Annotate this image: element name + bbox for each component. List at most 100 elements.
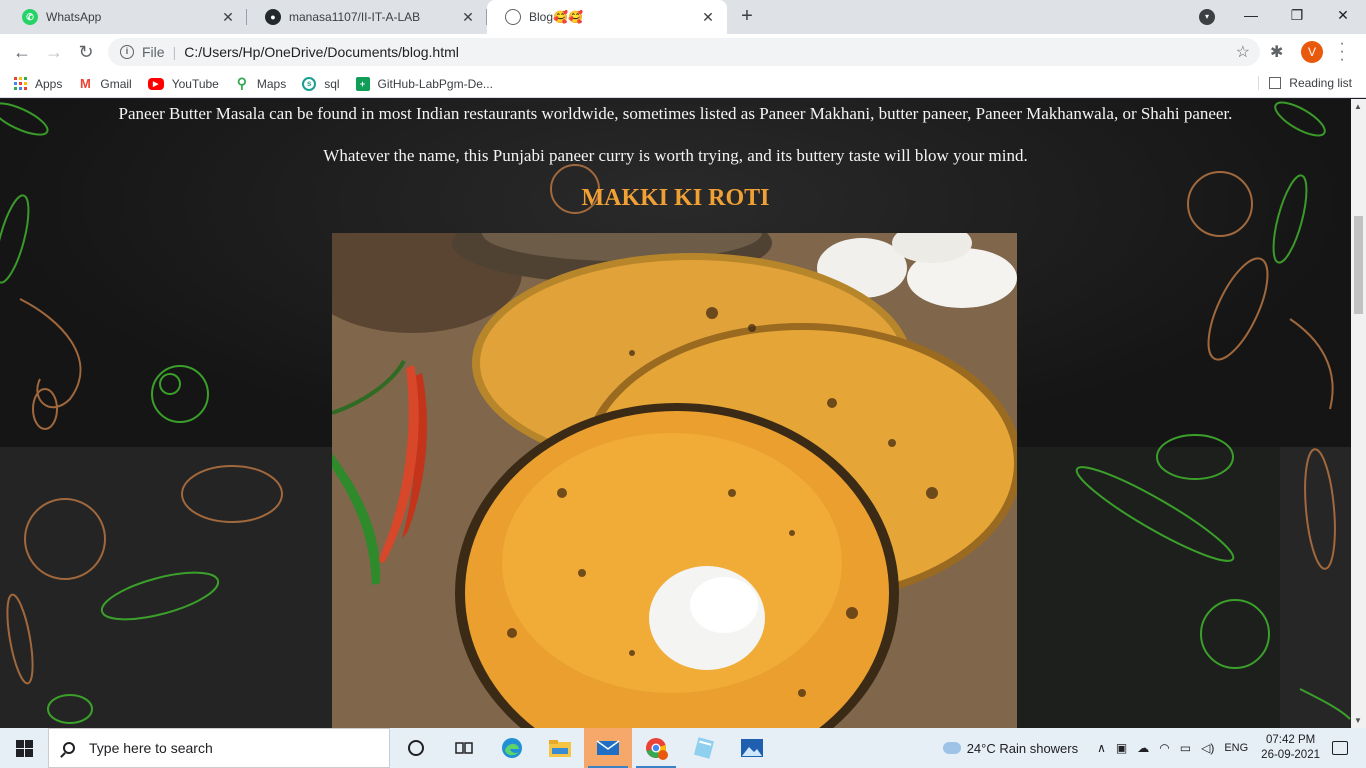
notification-center-icon[interactable] [1332,741,1348,755]
bookmark-maps[interactable]: ⚲ Maps [235,75,287,91]
tab-title: Blog🥰🥰 [529,10,583,24]
tab-title: manasa1107/II-IT-A-LAB [289,10,421,24]
window-controls: — ❐ ✕ [1228,0,1366,34]
forward-button[interactable]: → [38,36,70,68]
maps-icon: ⚲ [236,75,247,91]
reading-list-label: Reading list [1289,76,1352,90]
tab-blog[interactable]: Blog🥰🥰 ✕ [487,0,727,34]
bookmark-label: Maps [256,76,287,91]
extensions-puzzle-icon[interactable]: ✱ [1270,42,1283,62]
rain-cloud-icon [942,742,961,754]
tab-whatsapp[interactable]: ✆ WhatsApp ✕ [4,0,247,34]
paragraph-paneer-names: Paneer Butter Masala can be found in mos… [118,104,1233,123]
close-icon[interactable]: ✕ [459,8,477,26]
mail-icon [596,740,620,755]
task-view-icon [455,742,473,754]
wifi-icon[interactable]: ◠ [1159,741,1169,755]
bookmarks-bar: Apps M Gmail ▶ YouTube ⚲ Maps s sql + Gi… [0,70,1366,98]
search-icon [63,742,75,754]
globe-icon [505,9,521,25]
tab-title: WhatsApp [46,10,102,24]
meet-now-icon[interactable]: ▣ [1116,741,1127,755]
task-view-button[interactable] [440,728,488,768]
input-language[interactable]: ENG [1224,742,1248,754]
edge-icon [502,738,522,758]
reading-list-icon [1269,77,1282,89]
section-heading: MAKKI KI ROTI [581,185,770,211]
new-tab-button[interactable]: + [735,5,759,29]
taskbar-search-box[interactable]: Type here to search [48,728,390,768]
system-tray: 24°C Rain showers ∧ ▣ ☁ ◠ ▭ ◁) ENG 07:42… [942,728,1366,768]
taskbar-edge[interactable] [488,728,536,768]
bookmark-label: sql [324,76,340,91]
taskbar-photos[interactable] [728,728,776,768]
taskbar-mail[interactable] [584,728,632,768]
bookmark-apps[interactable]: Apps [14,77,62,91]
makki-ki-roti-image [332,233,1017,728]
url-text[interactable]: C:/Users/Hp/OneDrive/Documents/blog.html [184,44,459,60]
notepad-icon [693,737,715,759]
taskbar-notepad[interactable] [680,728,728,768]
youtube-icon: ▶ [147,77,164,90]
page-viewport[interactable]: Paneer Butter Masala can be found in mos… [0,99,1351,728]
restore-button[interactable]: ❐ [1274,0,1320,30]
apps-grid-icon [14,77,27,90]
scrollbar-thumb[interactable] [1354,216,1363,314]
bookmark-youtube[interactable]: ▶ YouTube [147,76,219,91]
close-window-button[interactable]: ✕ [1320,0,1366,30]
taskbar-file-explorer[interactable] [536,728,584,768]
folder-icon [549,740,571,757]
info-icon[interactable]: i [120,45,134,59]
sql-icon: s [302,76,317,91]
minimize-button[interactable]: — [1228,0,1274,30]
url-scheme: File [142,44,165,60]
start-button[interactable] [0,728,48,768]
address-bar[interactable]: i File | C:/Users/Hp/OneDrive/Documents/… [108,38,1260,66]
menu-kebab-icon[interactable]: · · · [1336,36,1348,68]
browser-toolbar: ← → ↻ i File | C:/Users/Hp/OneDrive/Docu… [0,34,1366,70]
back-button[interactable]: ← [6,36,38,68]
cortana-circle-icon [408,740,424,756]
profile-avatar[interactable]: V [1301,41,1323,63]
roti-photo-illustration-icon [332,233,1017,728]
weather-text: 24°C Rain showers [966,740,1079,756]
bookmark-label: Gmail [100,76,132,91]
windows-taskbar: Type here to search 24°C Rain showers ∧ … [0,728,1366,768]
taskbar-search-placeholder: Type here to search [89,740,213,756]
gmail-icon: M [79,76,91,91]
close-icon[interactable]: ✕ [219,8,237,26]
github-icon: ● [265,9,281,25]
scroll-down-arrow-icon[interactable]: ▼ [1354,716,1362,725]
bookmark-github-labpgm[interactable]: + GitHub-LabPgm-De... [355,76,493,91]
tab-strip: ✆ WhatsApp ✕ ● manasa1107/II-IT-A-LAB ✕ … [0,0,1366,34]
cortana-button[interactable] [392,728,440,768]
taskbar-chrome[interactable] [632,728,680,768]
github-labpgm-icon: + [355,76,370,91]
chevron-up-icon[interactable]: ∧ [1097,741,1106,755]
bookmark-gmail[interactable]: M Gmail [78,76,132,91]
bookmark-sql[interactable]: s sql [302,76,340,91]
page-scrollbar[interactable]: ▲ ▼ [1351,99,1366,728]
reading-list-button[interactable]: Reading list [1258,76,1352,90]
scroll-up-arrow-icon[interactable]: ▲ [1354,102,1362,111]
battery-icon[interactable]: ▭ [1180,741,1191,755]
url-separator: | [172,44,177,60]
close-icon[interactable]: ✕ [699,8,717,26]
tab-search-icon[interactable]: ▾ [1199,9,1215,25]
photos-icon [741,739,763,757]
onedrive-cloud-icon[interactable]: ☁ [1137,741,1149,755]
volume-icon[interactable]: ◁) [1201,741,1214,755]
tab-github[interactable]: ● manasa1107/II-IT-A-LAB ✕ [247,0,487,34]
paragraph-paneer-summary: Whatever the name, this Punjabi paneer c… [323,146,1028,165]
weather-widget[interactable]: 24°C Rain showers [942,740,1079,756]
chrome-icon [646,738,668,760]
clock-time: 07:42 PM [1265,734,1316,746]
bookmark-label: GitHub-LabPgm-De... [377,76,493,91]
clock-date: 26-09-2021 [1261,749,1320,761]
system-clock[interactable]: 07:42 PM 26-09-2021 [1261,733,1320,763]
whatsapp-icon: ✆ [22,9,38,25]
reload-button[interactable]: ↻ [70,36,102,68]
windows-logo-icon [15,739,33,757]
bookmark-label: YouTube [171,76,219,91]
bookmark-star-icon[interactable]: ☆ [1236,42,1250,62]
